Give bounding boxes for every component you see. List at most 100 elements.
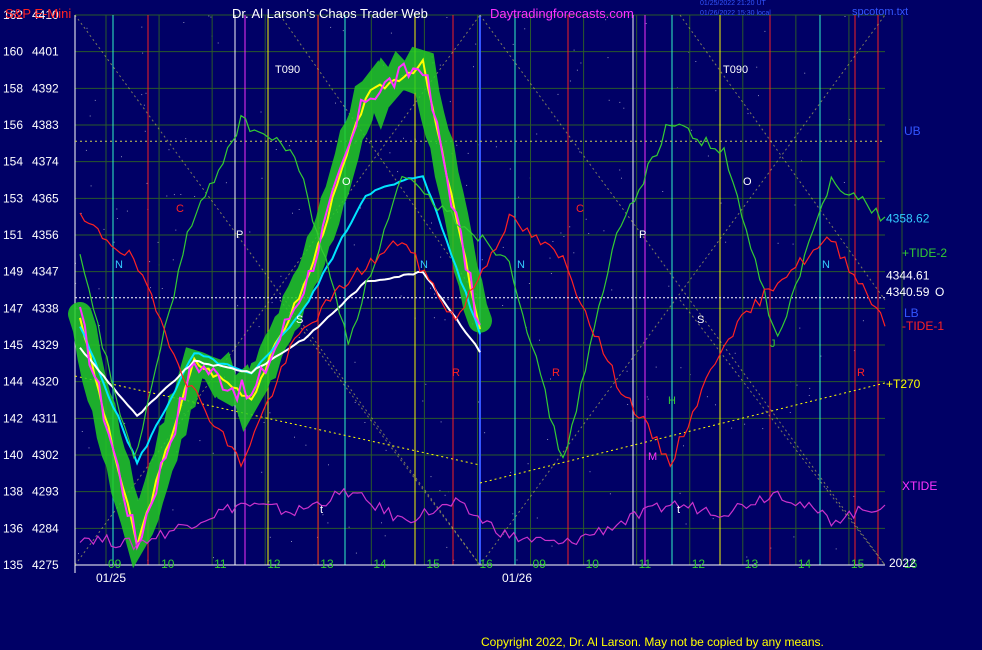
star-dot <box>327 522 329 524</box>
star-dot <box>86 27 88 29</box>
star-dot <box>269 412 271 414</box>
star-dot <box>440 256 442 258</box>
star-dot <box>589 471 591 473</box>
y-right-tick: 4320 <box>32 375 59 389</box>
star-dot <box>607 57 609 59</box>
star-dot <box>835 548 837 550</box>
star-dot <box>645 23 647 24</box>
star-dot <box>440 421 442 423</box>
astro-letter: J <box>770 338 776 350</box>
star-dot <box>400 295 402 297</box>
star-dot <box>619 169 621 171</box>
star-dot <box>551 545 553 547</box>
x-hour-tick: 12 <box>692 557 706 571</box>
star-dot <box>116 208 118 210</box>
star-dot <box>608 99 610 101</box>
astro-letter: T090 <box>275 64 300 76</box>
star-dot <box>439 490 441 492</box>
x-hour-tick: 16 <box>479 557 493 571</box>
star-dot <box>478 401 480 403</box>
star-dot <box>449 101 451 103</box>
star-dot <box>78 553 79 555</box>
star-dot <box>430 287 431 289</box>
series-layer <box>68 46 886 569</box>
y-left-tick: 142 <box>3 411 23 425</box>
star-dot <box>621 177 622 179</box>
star-dot <box>210 16 212 18</box>
star-dot <box>212 452 214 454</box>
astro-letter: t <box>677 504 680 516</box>
star-dot <box>263 422 265 423</box>
star-dot <box>172 259 174 261</box>
star-dot <box>126 210 128 212</box>
star-dot <box>576 69 578 71</box>
y-left-tick: 136 <box>3 521 23 535</box>
x-hour-tick: 12 <box>267 557 281 571</box>
star-dot <box>161 288 163 289</box>
star-dot <box>809 387 811 389</box>
star-dot <box>185 138 187 140</box>
star-dot <box>550 378 551 380</box>
star-dot <box>348 526 350 528</box>
star-dot <box>569 226 571 228</box>
chaos-trader-chart: 162 4410160 4401158 4392156 4383154 4374153 43… <box>3 8 947 585</box>
site-link[interactable]: Daytradingforecasts.com <box>490 6 634 21</box>
star-dot <box>524 28 526 30</box>
star-dot <box>275 149 277 150</box>
star-dot <box>260 111 262 113</box>
star-dot <box>843 182 845 183</box>
astro-letter: M <box>648 451 657 463</box>
y-right-tick: 4347 <box>32 265 59 279</box>
star-dot <box>271 302 273 304</box>
star-dot <box>792 243 794 245</box>
star-dot <box>734 352 736 354</box>
star-dot <box>467 152 469 154</box>
y-right-tick: 4293 <box>32 485 59 499</box>
star-dot <box>793 536 795 538</box>
star-dot <box>853 495 855 497</box>
star-dot <box>261 471 263 473</box>
star-dot <box>655 366 657 368</box>
star-dot <box>668 285 670 287</box>
star-dot <box>89 115 91 117</box>
geometry-line <box>679 14 886 301</box>
star-dot <box>430 476 432 478</box>
astro-letter: S <box>697 314 704 326</box>
star-dot <box>550 273 552 274</box>
star-dot <box>150 287 151 289</box>
symbol-title: S&P E-Mini <box>5 6 72 21</box>
star-dot <box>291 541 292 542</box>
star-dot <box>439 64 441 66</box>
star-dot <box>662 191 664 192</box>
right-series-label: +T270 <box>886 377 921 391</box>
x-hour-tick: 15 <box>426 557 440 571</box>
y-left-tick: 138 <box>3 485 23 499</box>
star-dot <box>172 509 174 511</box>
star-dot <box>298 337 300 338</box>
star-dot <box>706 396 708 398</box>
star-dot <box>475 43 477 45</box>
open-marker: O <box>935 285 944 299</box>
star-dot <box>731 427 733 429</box>
star-dot <box>121 156 122 158</box>
star-dot <box>603 230 605 232</box>
star-dot <box>249 231 251 233</box>
star-dot <box>175 229 177 231</box>
star-dot <box>81 431 83 432</box>
timestamp-2: 01/26/2022 15:30 local <box>700 10 771 17</box>
timestamp-1: 01/25/2022 21:20 UT <box>700 0 766 7</box>
astro-letter: O <box>342 176 351 188</box>
star-dot <box>199 440 201 442</box>
star-dot <box>166 195 168 197</box>
star-dot <box>707 155 709 157</box>
star-dot <box>294 436 295 438</box>
star-dot <box>431 222 432 224</box>
star-dot <box>288 145 290 147</box>
star-dot <box>609 493 611 495</box>
star-dot <box>502 305 504 306</box>
star-dot <box>384 535 386 537</box>
star-dot <box>623 107 625 109</box>
star-dot <box>422 400 424 402</box>
star-dot <box>355 552 357 554</box>
y-right-tick: 4374 <box>32 155 59 169</box>
